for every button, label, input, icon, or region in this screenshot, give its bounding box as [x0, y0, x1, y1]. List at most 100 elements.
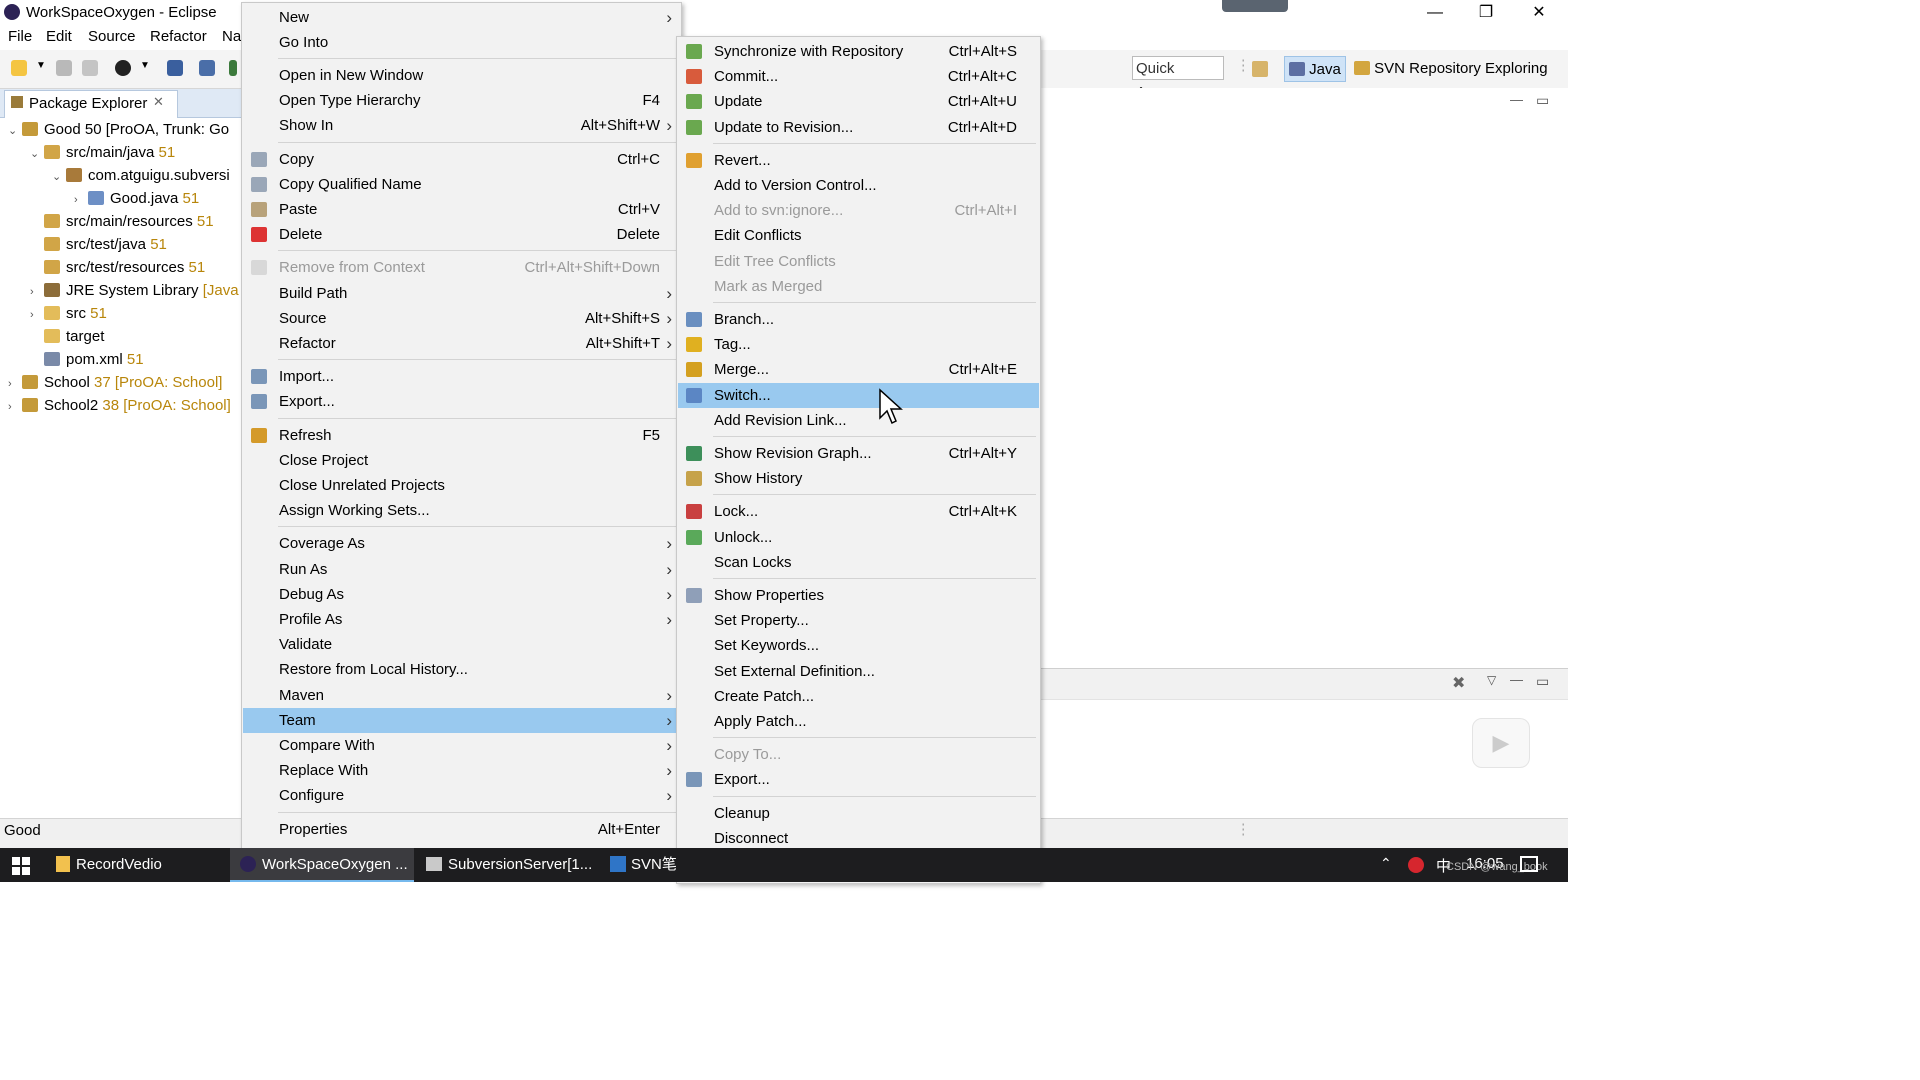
ctx-menu-item-assign-working-sets[interactable]: Assign Working Sets... [243, 498, 680, 523]
ctx-menu-item-team[interactable]: Team › [243, 707, 680, 733]
ctx-menu-item-profile-as[interactable]: Profile As › [243, 607, 680, 632]
remove-all-icon[interactable]: ✖ [1452, 673, 1465, 693]
twisty-icon[interactable]: › [8, 396, 22, 418]
tree-item[interactable]: › School 37 [ProOA: School] [8, 372, 222, 394]
team-menu-item-create-patch[interactable]: Create Patch... [678, 684, 1039, 709]
ctx-menu-item-validate[interactable]: Validate [243, 632, 680, 657]
save-all-icon[interactable] [82, 60, 98, 76]
menu-file[interactable]: File [8, 28, 32, 45]
team-menu-item-set-external-definition[interactable]: Set External Definition... [678, 659, 1039, 684]
tree-item[interactable]: › JRE System Library [Java [30, 280, 239, 302]
ctx-menu-item-properties[interactable]: Properties Alt+Enter [243, 817, 680, 842]
team-menu-item-commit[interactable]: Commit... Ctrl+Alt+C [678, 64, 1039, 89]
close-icon[interactable]: ✕ [153, 94, 164, 110]
tree-item[interactable]: › Good.java 51 [74, 188, 199, 210]
ctx-menu-item-source[interactable]: Source Alt+Shift+S › [243, 306, 680, 331]
ctx-menu-item-import[interactable]: Import... [243, 364, 680, 389]
taskbar-item-subversion[interactable]: SubversionServer[1... [418, 848, 600, 882]
console-icon[interactable] [167, 60, 183, 76]
perspective-svn[interactable]: SVN Repository Exploring [1352, 56, 1568, 82]
taskbar-item-eclipse[interactable]: WorkSpaceOxygen ... [230, 848, 414, 882]
ctx-menu-item-restore-from-local-history[interactable]: Restore from Local History... [243, 657, 680, 682]
team-menu-item-set-keywords[interactable]: Set Keywords... [678, 633, 1039, 658]
team-menu-item-cleanup[interactable]: Cleanup [678, 801, 1039, 826]
ctx-menu-item-go-into[interactable]: Go Into [243, 30, 680, 55]
tree-item[interactable]: › School2 38 [ProOA: School] [8, 395, 231, 417]
taskbar-item-svn[interactable]: SVN笔 [604, 848, 676, 882]
dropdown-icon[interactable]: ▼ [140, 60, 150, 71]
ctx-menu-item-export[interactable]: Export... [243, 389, 680, 414]
maximize-icon[interactable]: ▭ [1536, 673, 1549, 690]
minimize-button[interactable]: — [1412, 0, 1458, 26]
ctx-menu-item-compare-with[interactable]: Compare With › [243, 733, 680, 758]
perspective-java[interactable]: Java [1284, 56, 1346, 82]
dropdown-icon[interactable]: ▼ [36, 60, 46, 71]
ctx-menu-item-configure[interactable]: Configure › [243, 783, 680, 808]
team-menu-item-update-to-revision[interactable]: Update to Revision... Ctrl+Alt+D [678, 115, 1039, 140]
tree-item[interactable]: ⌄ com.atguigu.subversi [52, 165, 230, 187]
quick-access-field[interactable]: Quick Access [1132, 56, 1224, 101]
twisty-icon[interactable]: › [74, 189, 88, 211]
menu-refactor[interactable]: Refactor [150, 28, 207, 45]
tree-item[interactable]: ⌄ Good 50 [ProOA, Trunk: Go [8, 119, 229, 141]
tree-item[interactable]: target [30, 326, 104, 348]
twisty-icon[interactable]: › [8, 373, 22, 395]
ctx-menu-item-close-unrelated-projects[interactable]: Close Unrelated Projects [243, 473, 680, 498]
team-menu-item-add-to-version-control[interactable]: Add to Version Control... [678, 173, 1039, 198]
team-menu-item-unlock[interactable]: Unlock... [678, 525, 1039, 550]
team-menu-item-merge[interactable]: Merge... Ctrl+Alt+E [678, 357, 1039, 382]
twisty-icon[interactable]: ⌄ [30, 143, 44, 165]
svn-icon[interactable] [115, 60, 131, 76]
skip-breakpoints-icon[interactable] [199, 60, 215, 76]
ctx-menu-item-run-as[interactable]: Run As › [243, 557, 680, 582]
new-icon[interactable] [11, 60, 27, 76]
team-menu-item-edit-conflicts[interactable]: Edit Conflicts [678, 223, 1039, 248]
minimize-icon[interactable]: — [1510, 92, 1523, 107]
minimize-icon[interactable]: — [1510, 672, 1523, 687]
team-menu-item-add-revision-link[interactable]: Add Revision Link... [678, 408, 1039, 433]
ctx-menu-item-debug-as[interactable]: Debug As › [243, 582, 680, 607]
windows-start-icon[interactable] [12, 857, 30, 875]
ctx-menu-item-copy-qualified-name[interactable]: Copy Qualified Name [243, 172, 680, 197]
ctx-menu-item-refresh[interactable]: Refresh F5 [243, 423, 680, 448]
maximize-icon[interactable]: ▭ [1536, 92, 1549, 109]
tree-item[interactable]: src/test/resources 51 [30, 257, 205, 279]
team-menu-item-export[interactable]: Export... [678, 767, 1039, 792]
team-menu-item-tag[interactable]: Tag... [678, 332, 1039, 357]
tree-item[interactable]: src/test/java 51 [30, 234, 167, 256]
menu-edit[interactable]: Edit [46, 28, 72, 45]
ctx-menu-item-maven[interactable]: Maven › [243, 683, 680, 708]
team-menu-item-scan-locks[interactable]: Scan Locks [678, 550, 1039, 575]
ctx-menu-item-close-project[interactable]: Close Project [243, 448, 680, 473]
notification-icon[interactable] [1520, 856, 1538, 872]
team-menu-item-update[interactable]: Update Ctrl+Alt+U [678, 89, 1039, 114]
view-menu-icon[interactable]: ▽ [1487, 673, 1496, 687]
run-icon[interactable] [229, 60, 237, 76]
ctx-menu-item-open-in-new-window[interactable]: Open in New Window [243, 63, 680, 88]
team-menu-item-switch[interactable]: Switch... [678, 382, 1039, 408]
ctx-menu-item-copy[interactable]: Copy Ctrl+C [243, 147, 680, 172]
twisty-icon[interactable]: ⌄ [8, 120, 22, 142]
ctx-menu-item-paste[interactable]: Paste Ctrl+V [243, 197, 680, 222]
save-icon[interactable] [56, 60, 72, 76]
team-menu-item-synchronize-with-repository[interactable]: Synchronize with Repository Ctrl+Alt+S [678, 39, 1039, 64]
team-menu-item-set-property[interactable]: Set Property... [678, 608, 1039, 633]
ctx-menu-item-delete[interactable]: Delete Delete [243, 222, 680, 247]
team-menu-item-show-history[interactable]: Show History [678, 466, 1039, 491]
menu-navigate[interactable]: Na [222, 28, 241, 45]
ctx-menu-item-coverage-as[interactable]: Coverage As › [243, 531, 680, 556]
open-perspective-icon[interactable] [1252, 61, 1268, 77]
tray-app-icon[interactable] [1408, 857, 1424, 873]
menu-source[interactable]: Source [88, 28, 136, 45]
team-menu-item-branch[interactable]: Branch... [678, 307, 1039, 332]
ctx-menu-item-build-path[interactable]: Build Path › [243, 281, 680, 306]
ctx-menu-item-show-in[interactable]: Show In Alt+Shift+W › [243, 113, 680, 138]
tree-item[interactable]: ⌄ src/main/java 51 [30, 142, 175, 164]
team-menu-item-show-properties[interactable]: Show Properties [678, 583, 1039, 608]
team-menu-item-show-revision-graph[interactable]: Show Revision Graph... Ctrl+Alt+Y [678, 441, 1039, 466]
ctx-menu-item-new[interactable]: New › [243, 5, 680, 30]
chevron-up-icon[interactable]: ⌃ [1380, 855, 1392, 872]
restore-button[interactable]: ❐ [1463, 0, 1509, 26]
team-menu-item-revert[interactable]: Revert... [678, 148, 1039, 173]
tree-item[interactable]: pom.xml 51 [30, 349, 144, 371]
